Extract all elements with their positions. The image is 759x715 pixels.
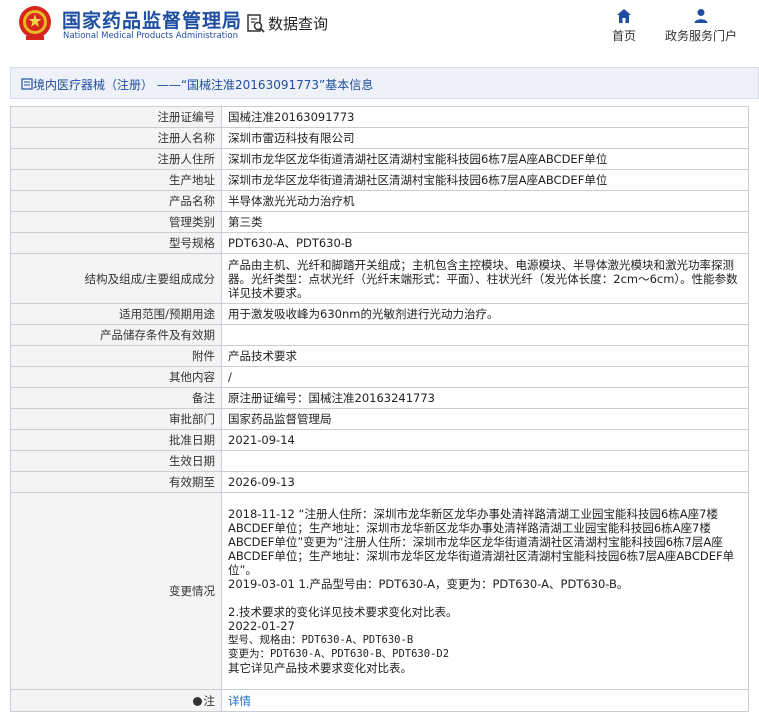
- row-label: 结构及组成/主要组成成分: [10, 253, 222, 304]
- user-icon: [694, 9, 708, 23]
- location-pin-icon: [192, 696, 202, 706]
- row-label: 审批部门: [10, 408, 222, 430]
- table-row: 生效日期: [10, 450, 749, 472]
- row-label: 型号规格: [10, 232, 222, 254]
- change-entry: 变更为：PDT630-A、PDT630-B、PDT630-D2: [228, 648, 450, 660]
- row-label: 附件: [10, 345, 222, 367]
- change-history-value: 2018-11-12 “注册人住所：深圳市龙华新区龙华办事处清祥路清湖工业园宝能…: [221, 492, 749, 690]
- row-value: 2021-09-14: [221, 429, 749, 451]
- table-row: 注 详情: [10, 689, 749, 712]
- row-value: 国家药品监督管理局: [221, 408, 749, 430]
- table-row: 注册人住所 深圳市龙华区龙华街道清湖社区清湖村宝能科技园6栋7层A座ABCDEF单…: [10, 148, 749, 170]
- change-entry: 其它详见产品技术要求变化对比表。: [228, 661, 412, 675]
- row-value: [221, 324, 749, 346]
- row-label: 其他内容: [10, 366, 222, 388]
- row-value: [221, 450, 749, 472]
- row-label: 注册人名称: [10, 127, 222, 149]
- row-label: 批准日期: [10, 429, 222, 451]
- site-header: 国家药品监督管理局 National Medical Products Admi…: [0, 0, 759, 56]
- table-row: 变更情况 2018-11-12 “注册人住所：深圳市龙华新区龙华办事处清祥路清湖…: [10, 492, 749, 690]
- row-value: 深圳市雷迈科技有限公司: [221, 127, 749, 149]
- change-entry: 2018-11-12 “注册人住所：深圳市龙华新区龙华办事处清祥路清湖工业园宝能…: [228, 507, 735, 577]
- row-label: 产品名称: [10, 190, 222, 212]
- row-value: /: [221, 366, 749, 388]
- table-row: 附件 产品技术要求: [10, 345, 749, 367]
- table-row: 产品名称 半导体激光光动力治疗机: [10, 190, 749, 212]
- row-label: 注: [10, 689, 222, 712]
- table-row: 批准日期 2021-09-14: [10, 429, 749, 451]
- row-value: 深圳市龙华区龙华街道清湖社区清湖村宝能科技园6栋7层A座ABCDEF单位: [221, 148, 749, 170]
- row-value: 详情: [221, 689, 749, 712]
- table-row: 有效期至 2026-09-13: [10, 471, 749, 493]
- row-value: 产品技术要求: [221, 345, 749, 367]
- nav-gov-label: 政务服务门户: [664, 29, 737, 43]
- nav-home-label: 首页: [611, 29, 636, 43]
- row-value: 第三类: [221, 211, 749, 233]
- table-row: 注册人名称 深圳市雷迈科技有限公司: [10, 127, 749, 149]
- row-label: 产品储存条件及有效期: [10, 324, 222, 346]
- note-label: 注: [203, 693, 216, 708]
- row-label: 变更情况: [10, 492, 222, 690]
- document-icon: [21, 78, 33, 90]
- row-label: 适用范围/预期用途: [10, 303, 222, 325]
- row-value: 2026-09-13: [221, 471, 749, 493]
- table-row: 型号规格 PDT630-A、PDT630-B: [10, 232, 749, 254]
- national-emblem-icon: [19, 6, 51, 40]
- row-value: 国械注准20163091773: [221, 106, 749, 128]
- change-entry: 2019-03-01 1.产品型号由：PDT630-A，变更为：PDT630-A…: [228, 577, 629, 591]
- row-value: 产品由主机、光纤和脚踏开关组成；主机包含主控模块、电源模块、半导体激光模块和激光…: [221, 253, 749, 304]
- table-row: 审批部门 国家药品监督管理局: [10, 408, 749, 430]
- row-label: 备注: [10, 387, 222, 409]
- row-value: 原注册证编号：国械注准20163241773: [221, 387, 749, 409]
- nav-gov-portal[interactable]: 政务服务门户: [658, 8, 744, 44]
- change-entry-date: 2022-01-27: [228, 619, 295, 633]
- brand-name-cn: 国家药品监督管理局: [62, 10, 243, 32]
- table-row: 其他内容 /: [10, 366, 749, 388]
- row-value: PDT630-A、PDT630-B: [221, 232, 749, 254]
- table-row: 产品储存条件及有效期: [10, 324, 749, 346]
- row-value: 半导体激光光动力治疗机: [221, 190, 749, 212]
- nav-home[interactable]: 首页: [606, 8, 642, 44]
- row-label: 生效日期: [10, 450, 222, 472]
- row-label: 生产地址: [10, 169, 222, 191]
- brand-name-en: National Medical Products Administration: [63, 31, 238, 41]
- table-row: 结构及组成/主要组成成分 产品由主机、光纤和脚踏开关组成；主机包含主控模块、电源模…: [10, 253, 749, 304]
- change-entry: 2.技术要求的变化详见技术要求变化对比表。: [228, 605, 458, 619]
- details-link[interactable]: 详情: [228, 694, 251, 708]
- row-label: 注册人住所: [10, 148, 222, 170]
- row-label: 注册证编号: [10, 106, 222, 128]
- change-entry: 型号、规格由：PDT630-A、PDT630-B: [228, 634, 414, 646]
- breadcrumb: 境内医疗器械（注册） ——“国械注准20163091773”基本信息: [10, 67, 759, 99]
- table-row: 生产地址 深圳市龙华区龙华街道清湖社区清湖村宝能科技园6栋7层A座ABCDEF单位: [10, 169, 749, 191]
- data-query-icon: [247, 14, 265, 33]
- row-value: 深圳市龙华区龙华街道清湖社区清湖村宝能科技园6栋7层A座ABCDEF单位: [221, 169, 749, 191]
- home-icon: [617, 9, 631, 23]
- breadcrumb-text: 境内医疗器械（注册） ——“国械注准20163091773”基本信息: [33, 78, 374, 92]
- row-label: 管理类别: [10, 211, 222, 233]
- table-row: 适用范围/预期用途 用于激发吸收峰为630nm的光敏剂进行光动力治疗。: [10, 303, 749, 325]
- section-title: 数据查询: [268, 15, 329, 33]
- table-row: 管理类别 第三类: [10, 211, 749, 233]
- table-row: 备注 原注册证编号：国械注准20163241773: [10, 387, 749, 409]
- row-label: 有效期至: [10, 471, 222, 493]
- registration-details-table: 注册证编号 国械注准20163091773 注册人名称 深圳市雷迈科技有限公司 注册人住…: [10, 106, 749, 712]
- table-row: 注册证编号 国械注准20163091773: [10, 106, 749, 128]
- row-value: 用于激发吸收峰为630nm的光敏剂进行光动力治疗。: [221, 303, 749, 325]
